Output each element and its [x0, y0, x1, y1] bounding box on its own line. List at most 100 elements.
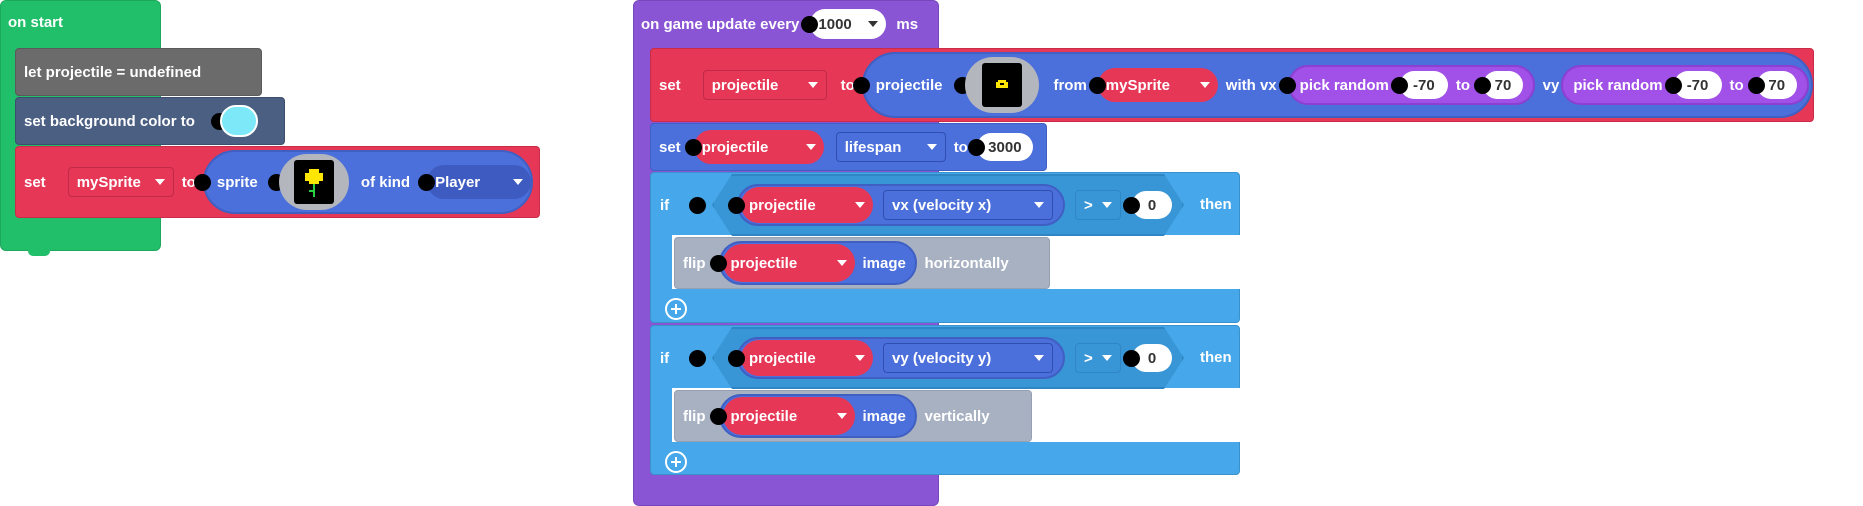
flower-sprite-icon — [293, 160, 334, 204]
chevron-down-icon — [836, 413, 847, 419]
input-connector-dot[interactable] — [728, 350, 745, 367]
chevron-down-icon — [807, 82, 818, 88]
flip-sprite-dropdown[interactable]: projectile — [722, 397, 855, 435]
let-projectile-label: let projectile = undefined — [24, 63, 202, 81]
add-else-button[interactable] — [665, 298, 687, 320]
vx-property-reporter[interactable]: projectile vx (velocity x) — [737, 184, 1065, 226]
sprite-kind-dropdown[interactable]: Player — [427, 165, 531, 199]
let-projectile-block[interactable]: let projectile = undefined — [15, 48, 262, 96]
input-connector-dot[interactable] — [193, 173, 211, 191]
projectile-image-field[interactable] — [965, 57, 1040, 113]
input-connector-dot[interactable] — [801, 15, 819, 33]
sprite-name: projectile — [701, 138, 769, 156]
sprite-create-reporter[interactable]: sprite of kind Player — [202, 150, 533, 214]
chevron-down-icon — [805, 144, 816, 150]
flip-sprite-dropdown[interactable]: projectile — [722, 244, 855, 282]
sprite-name: projectile — [749, 349, 816, 367]
projectile-variable-dropdown[interactable]: projectile — [702, 70, 827, 100]
then-label: then — [1200, 196, 1232, 213]
input-connector-dot[interactable] — [1664, 76, 1682, 94]
input-connector-dot[interactable] — [1088, 76, 1106, 94]
input-connector-dot[interactable] — [1747, 76, 1765, 94]
input-connector-dot[interactable] — [689, 196, 707, 214]
set-label: set — [24, 173, 46, 191]
interval-dropdown[interactable]: 1000 — [810, 9, 887, 39]
sprite-property-dropdown[interactable]: lifespan — [835, 132, 946, 162]
interval-value: 1000 — [818, 15, 852, 33]
vx-operator-dropdown[interactable]: > — [1075, 190, 1121, 220]
vy-sprite-dropdown[interactable]: projectile — [741, 340, 873, 376]
set-background-color-block[interactable]: set background color to — [15, 97, 285, 145]
with-vx-label: with vx — [1225, 76, 1277, 94]
flip-vertical-block[interactable]: flip projectile image vertically — [674, 390, 1032, 442]
to-label: to — [1455, 76, 1471, 94]
chevron-down-icon — [855, 202, 865, 208]
chevron-down-icon — [836, 260, 847, 266]
if-label: if — [660, 349, 670, 367]
vx-property-dropdown[interactable]: vx (velocity x) — [883, 190, 1053, 220]
input-connector-dot[interactable] — [709, 254, 727, 272]
input-connector-dot[interactable] — [1278, 76, 1296, 94]
property-name: lifespan — [844, 138, 902, 156]
sprite-name: projectile — [730, 254, 798, 272]
vy-operator-dropdown[interactable]: > — [1075, 343, 1121, 373]
input-connector-dot[interactable] — [1390, 76, 1408, 94]
variable-name: projectile — [711, 76, 779, 94]
vy-property-reporter[interactable]: projectile vy (velocity y) — [737, 337, 1065, 379]
flip-image-reporter[interactable]: projectile image — [718, 394, 917, 438]
input-connector-dot[interactable] — [728, 197, 745, 214]
chevron-down-icon — [1034, 202, 1044, 208]
input-connector-dot[interactable] — [709, 407, 727, 425]
input-connector-dot[interactable] — [1474, 76, 1492, 94]
vy-comparison-reporter[interactable]: projectile vy (velocity y) > 0 — [712, 327, 1184, 389]
lifespan-sprite-dropdown[interactable]: projectile — [693, 130, 824, 164]
flip-horizontal-block[interactable]: flip projectile image horizontally — [674, 237, 1050, 289]
input-connector-dot[interactable] — [1123, 197, 1140, 214]
input-connector-dot[interactable] — [852, 76, 870, 94]
set-lifespan-block[interactable]: set projectile lifespan to 3000 — [650, 123, 1047, 171]
vy-pick-random-reporter[interactable]: pick random -70 to 70 — [1561, 65, 1810, 105]
property-name: vx (velocity x) — [892, 196, 992, 214]
from-sprite-dropdown[interactable]: mySprite — [1097, 68, 1218, 102]
sprite-name: projectile — [749, 196, 816, 214]
projectile-from-reporter[interactable]: projectile from mySprite with vx pick ra… — [861, 52, 1813, 118]
input-connector-dot[interactable] — [684, 138, 702, 156]
on-start-bottom-notch — [28, 248, 50, 256]
sprite-image-field[interactable] — [278, 154, 349, 210]
mysprite-variable-dropdown[interactable]: mySprite — [67, 167, 174, 197]
lifespan-value-input[interactable]: 3000 — [976, 133, 1033, 161]
operator-value: > — [1084, 196, 1093, 214]
operator-value: > — [1084, 349, 1093, 367]
add-else-button[interactable] — [665, 451, 687, 473]
background-color-swatch[interactable] — [219, 105, 258, 137]
projectile-label: projectile — [875, 76, 943, 94]
flip-label: flip — [683, 254, 706, 272]
if-vy-header: if — [660, 338, 707, 378]
chevron-down-icon — [855, 355, 865, 361]
of-kind-label: of kind — [360, 173, 411, 191]
chevron-down-icon — [1034, 355, 1044, 361]
chevron-down-icon — [512, 179, 523, 185]
vy-property-dropdown[interactable]: vy (velocity y) — [883, 343, 1053, 373]
chevron-down-icon — [1199, 82, 1210, 88]
plus-circle-icon — [671, 457, 681, 467]
flip-image-reporter[interactable]: projectile image — [718, 241, 917, 285]
plus-circle-icon — [671, 304, 681, 314]
vy-label: vy — [1542, 76, 1560, 94]
set-label: set — [659, 138, 681, 156]
input-connector-dot[interactable] — [1123, 350, 1140, 367]
set-projectile-block[interactable]: set projectile to projectile from mySpri… — [650, 48, 1814, 122]
vx-pick-random-reporter[interactable]: pick random -70 to 70 — [1287, 65, 1535, 105]
vx-sprite-dropdown[interactable]: projectile — [741, 187, 873, 223]
to-label: to — [953, 138, 968, 156]
variable-name: mySprite — [76, 173, 141, 191]
flip-direction-label: vertically — [924, 407, 990, 425]
set-mysprite-block[interactable]: set mySprite to sprite of kind Player — [15, 146, 540, 218]
set-background-color-label: set background color to — [24, 112, 195, 130]
input-connector-dot[interactable] — [967, 138, 985, 156]
from-label: from — [1053, 76, 1087, 94]
vx-comparison-reporter[interactable]: projectile vx (velocity x) > 0 — [712, 174, 1184, 236]
chevron-down-icon — [1102, 355, 1112, 361]
input-connector-dot[interactable] — [418, 173, 436, 191]
input-connector-dot[interactable] — [689, 349, 707, 367]
